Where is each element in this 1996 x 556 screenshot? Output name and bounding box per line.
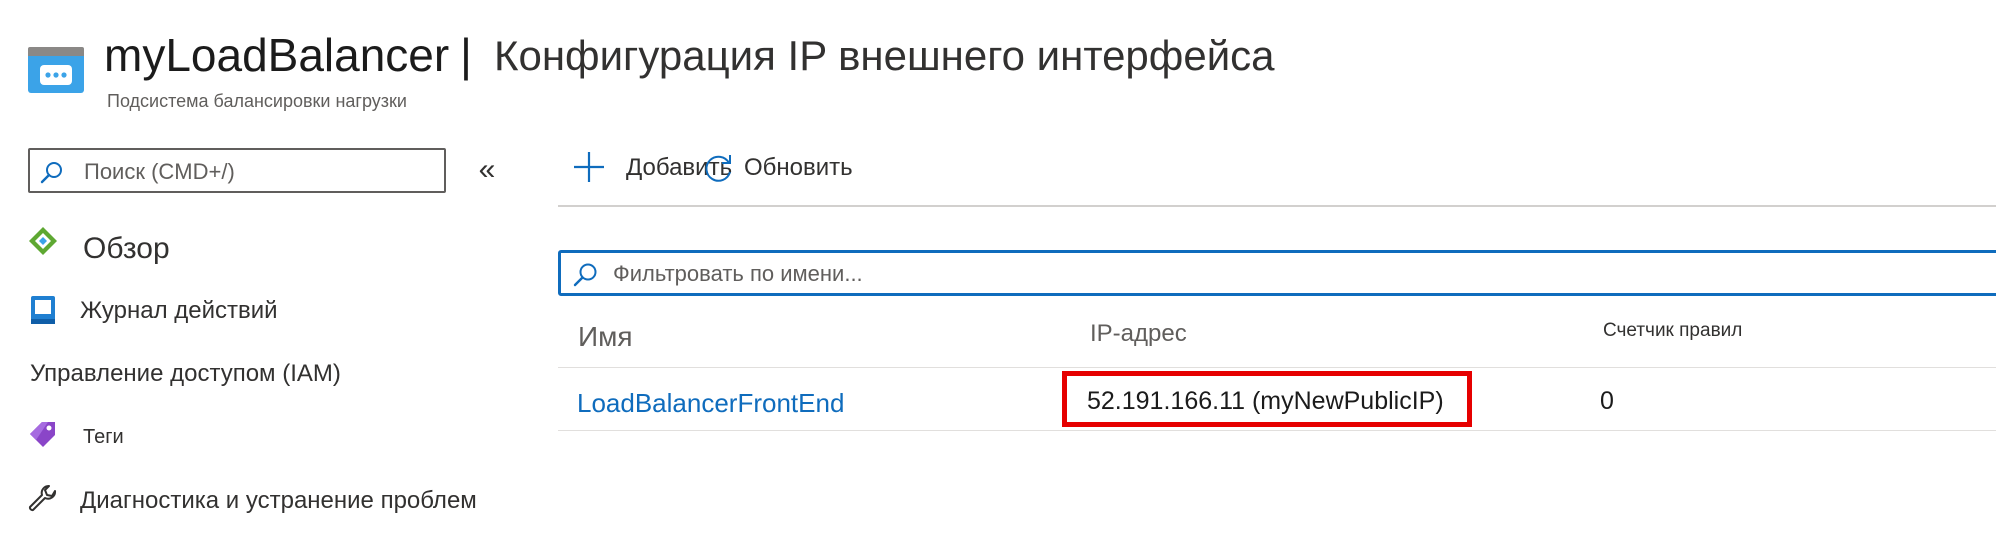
sidebar-item-activity-log[interactable]: Журнал действий xyxy=(28,295,528,335)
sidebar-item-diagnose[interactable]: Диагностика и устранение проблем xyxy=(28,484,528,520)
activity-log-icon xyxy=(30,295,56,330)
search-icon xyxy=(40,160,64,184)
sidebar-item-label: Обзор xyxy=(83,232,170,265)
rule-count-cell: 0 xyxy=(1600,387,1614,415)
frontend-name-link[interactable]: LoadBalancerFrontEnd xyxy=(577,388,844,419)
sidebar-item-label: Теги xyxy=(83,426,124,448)
sidebar-item-label: Управление доступом (IAM) xyxy=(30,360,341,387)
column-header-name[interactable]: Имя xyxy=(578,321,633,353)
filter-by-name-input[interactable] xyxy=(611,258,1215,290)
sidebar-item-overview[interactable]: Обзор xyxy=(28,226,528,270)
sidebar-item-tags[interactable]: Теги xyxy=(28,420,528,456)
refresh-icon[interactable] xyxy=(700,150,736,186)
filter-box[interactable] xyxy=(558,250,1996,296)
sidebar-item-label: Диагностика и устранение проблем xyxy=(80,487,477,514)
load-balancer-icon xyxy=(28,47,84,93)
resource-type-label: Подсистема балансировки нагрузки xyxy=(107,91,407,111)
overview-icon xyxy=(28,226,58,261)
sidebar-search-box[interactable] xyxy=(28,148,446,193)
page-title: Конфигурация IP внешнего интерфейса xyxy=(494,32,1275,79)
resource-name: myLoadBalancer xyxy=(104,29,450,81)
wrench-icon xyxy=(28,484,58,519)
sidebar-search-input[interactable] xyxy=(82,156,436,188)
ip-address-cell: 52.191.166.11 (myNewPublicIP) xyxy=(1087,387,1444,415)
table-row-divider xyxy=(558,430,1996,431)
tag-icon xyxy=(28,420,58,455)
add-icon[interactable] xyxy=(572,150,606,184)
toolbar-divider xyxy=(558,205,1996,207)
title-separator: | xyxy=(460,29,472,81)
search-icon xyxy=(573,261,599,287)
sidebar-item-iam[interactable]: Управление доступом (IAM) xyxy=(28,357,528,397)
column-header-ip-address[interactable]: IP-адрес xyxy=(1090,320,1187,348)
table-header-divider xyxy=(558,367,1996,368)
column-header-rule-count[interactable]: Счетчик правил xyxy=(1603,320,1742,342)
collapse-sidebar-button[interactable]: « xyxy=(472,155,502,185)
refresh-button[interactable]: Обновить xyxy=(744,154,853,182)
sidebar-item-label: Журнал действий xyxy=(80,297,278,324)
